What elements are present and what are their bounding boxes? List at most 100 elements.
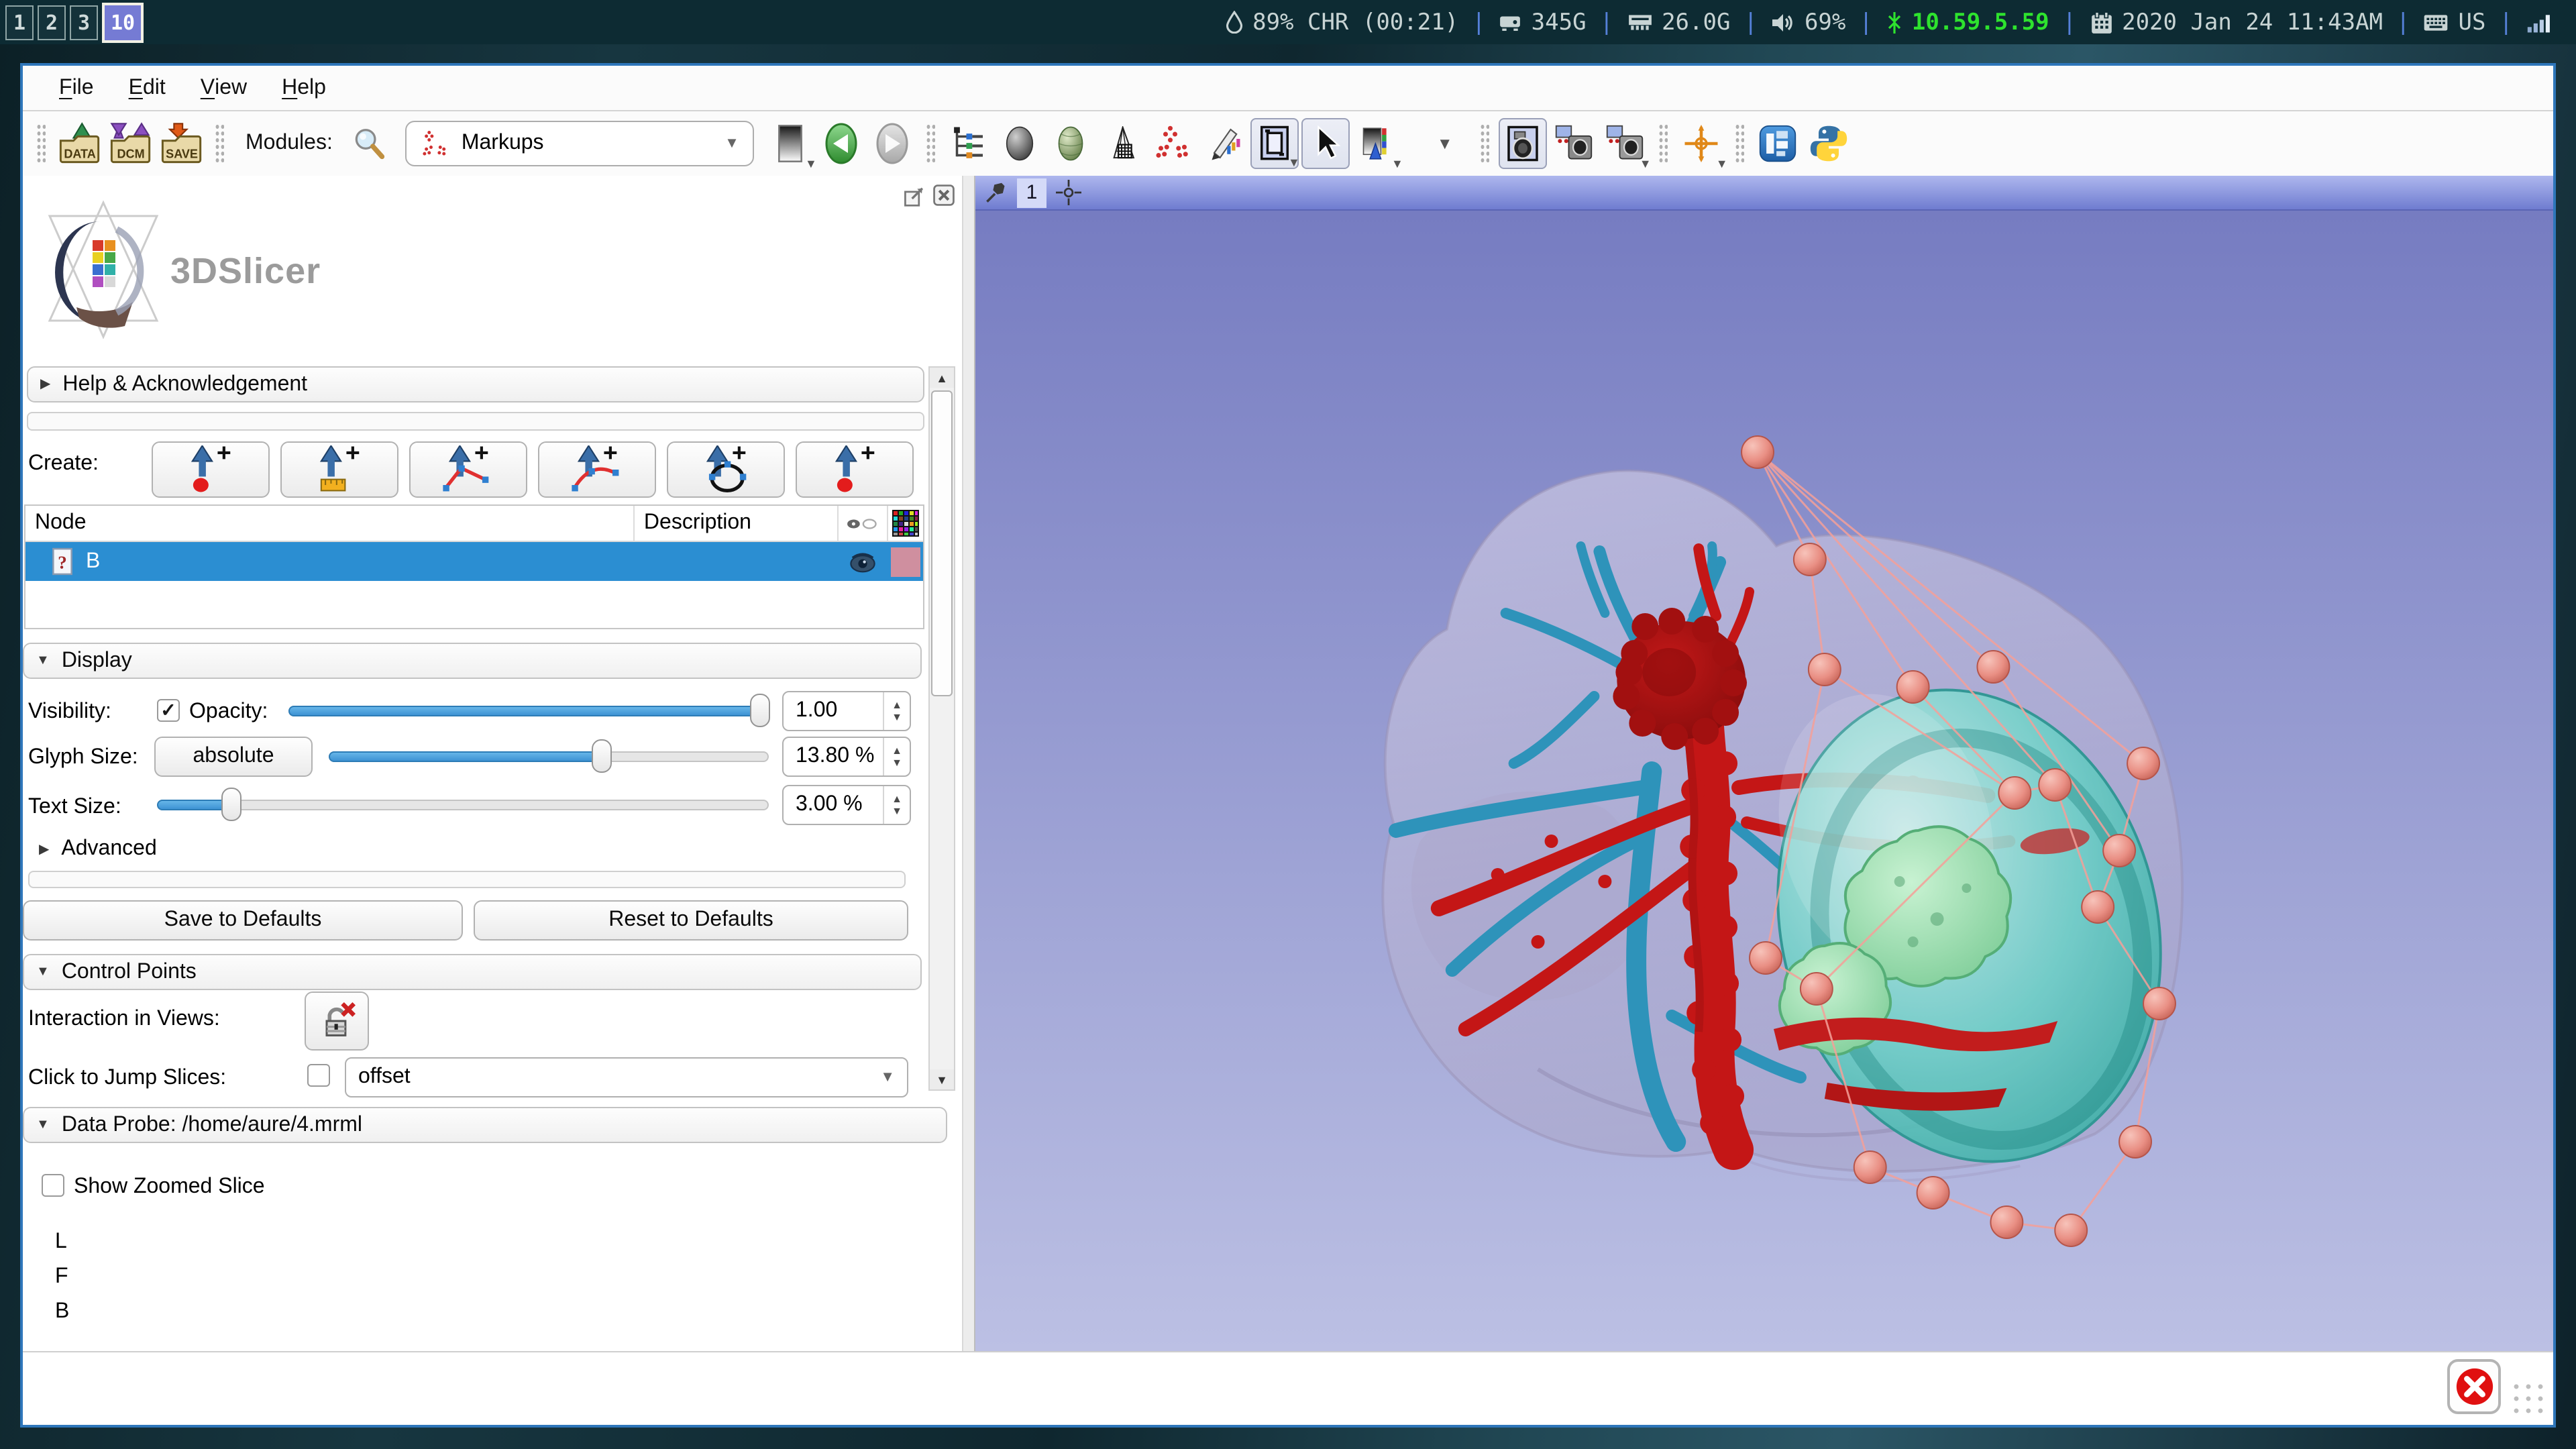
visibility-checkbox[interactable]: ✓ bbox=[157, 699, 180, 722]
control-point[interactable] bbox=[2119, 1126, 2151, 1158]
workspace-button-2[interactable]: 2 bbox=[38, 5, 66, 40]
layout-selector-button[interactable]: ▼ bbox=[1250, 118, 1299, 169]
models-module-button[interactable] bbox=[1097, 118, 1146, 169]
create-open-curve-button[interactable] bbox=[538, 441, 656, 498]
error-log-button[interactable] bbox=[2447, 1359, 2501, 1414]
show-zoomed-slice-checkbox[interactable] bbox=[42, 1174, 64, 1197]
control-point[interactable] bbox=[2055, 1214, 2087, 1246]
spin-arrows-icon[interactable]: ▲▼ bbox=[883, 692, 910, 730]
dicom-folder-button[interactable]: DCM bbox=[106, 118, 154, 169]
glyph-size-spinbox[interactable]: 13.80 % ▲▼ bbox=[782, 737, 911, 777]
control-point[interactable] bbox=[2143, 987, 2176, 1020]
text-size-spinbox[interactable]: 3.00 % ▲▼ bbox=[782, 785, 911, 825]
control-point[interactable] bbox=[1917, 1177, 1949, 1209]
reset-to-defaults-button[interactable]: Reset to Defaults bbox=[474, 900, 908, 941]
menu-file[interactable]: File bbox=[42, 66, 111, 110]
view-crosshair-icon[interactable] bbox=[1056, 180, 1081, 205]
spin-arrows-icon[interactable]: ▲▼ bbox=[883, 738, 910, 775]
subject-hierarchy-button[interactable] bbox=[945, 118, 993, 169]
toolbar-handle[interactable] bbox=[926, 123, 935, 164]
node-visibility-toggle[interactable] bbox=[838, 542, 888, 581]
markups-place-button[interactable] bbox=[1148, 118, 1197, 169]
menu-help[interactable]: Help bbox=[264, 66, 343, 110]
panel-close-icon[interactable] bbox=[932, 184, 955, 207]
control-point[interactable] bbox=[2103, 835, 2135, 867]
volume-rendering-button[interactable] bbox=[1046, 118, 1095, 169]
create-point-list-button[interactable] bbox=[152, 441, 270, 498]
toolbar-dropdown-icon[interactable]: ▼ bbox=[1437, 134, 1453, 153]
glyph-size-slider[interactable] bbox=[329, 739, 769, 773]
panel-splitter[interactable] bbox=[962, 176, 975, 1354]
load-data-folder-button[interactable]: DATA bbox=[55, 118, 103, 169]
pin-icon[interactable] bbox=[983, 180, 1008, 205]
control-point[interactable] bbox=[2039, 769, 2071, 801]
toolbar-handle[interactable] bbox=[36, 123, 46, 164]
control-point[interactable] bbox=[1801, 973, 1833, 1005]
control-point[interactable] bbox=[2082, 891, 2114, 923]
segment-editor-button[interactable] bbox=[1199, 118, 1248, 169]
extensions-manager-button[interactable] bbox=[1754, 118, 1802, 169]
window-level-button[interactable]: ▼ bbox=[1352, 118, 1401, 169]
mouse-interaction-button[interactable] bbox=[1301, 118, 1350, 169]
python-console-button[interactable] bbox=[1805, 118, 1853, 169]
section-data-probe[interactable]: ▼ Data Probe: /home/aure/4.mrml bbox=[23, 1107, 947, 1143]
scene-view-capture-button[interactable] bbox=[1550, 118, 1598, 169]
control-point[interactable] bbox=[1794, 543, 1826, 576]
menu-edit[interactable]: Edit bbox=[111, 66, 183, 110]
workspace-button-10[interactable]: 10 bbox=[102, 2, 144, 42]
menu-view[interactable]: View bbox=[183, 66, 264, 110]
module-search-button[interactable] bbox=[345, 118, 393, 169]
toolbar-handle[interactable] bbox=[1735, 123, 1744, 164]
control-point[interactable] bbox=[1854, 1151, 1886, 1183]
jump-slices-checkbox[interactable] bbox=[307, 1064, 330, 1087]
history-forward-button[interactable] bbox=[868, 118, 916, 169]
opacity-spinbox[interactable]: 1.00 ▲▼ bbox=[782, 691, 911, 731]
volumes-module-button[interactable] bbox=[996, 118, 1044, 169]
create-angle-button[interactable] bbox=[409, 441, 527, 498]
module-selector-combobox[interactable]: Markups▼ bbox=[405, 121, 754, 166]
control-point[interactable] bbox=[1809, 653, 1841, 686]
text-size-slider[interactable] bbox=[157, 788, 769, 821]
resize-grip[interactable] bbox=[2510, 1381, 2546, 1417]
panel-scrollbar[interactable]: ▲ ▼ bbox=[928, 366, 955, 1091]
section-advanced[interactable]: ▶ Advanced bbox=[39, 837, 157, 861]
scroll-up-icon[interactable]: ▲ bbox=[930, 368, 954, 388]
history-back-button[interactable] bbox=[817, 118, 865, 169]
toolbar-handle[interactable] bbox=[1480, 123, 1489, 164]
node-color-swatch[interactable] bbox=[891, 547, 920, 576]
control-point[interactable] bbox=[1998, 777, 2031, 809]
control-point[interactable] bbox=[1741, 436, 1774, 468]
toolbar-handle[interactable] bbox=[215, 123, 224, 164]
section-help-acknowledgement[interactable]: ▶ Help & Acknowledgement bbox=[27, 366, 924, 402]
module-history-button[interactable]: ▼ bbox=[766, 118, 814, 169]
spin-arrows-icon[interactable]: ▲▼ bbox=[883, 786, 910, 824]
panel-undock-icon[interactable] bbox=[903, 184, 926, 207]
section-display[interactable]: ▼ Display bbox=[23, 643, 922, 679]
threed-viewport[interactable] bbox=[975, 211, 2553, 1354]
scene-view-restore-button[interactable]: ▼ bbox=[1601, 118, 1649, 169]
node-table-row[interactable]: ?B bbox=[25, 542, 923, 581]
workspace-button-3[interactable]: 3 bbox=[70, 5, 98, 40]
control-point[interactable] bbox=[2127, 747, 2159, 780]
create-line-button[interactable] bbox=[280, 441, 398, 498]
view-tab-label[interactable]: 1 bbox=[1017, 178, 1046, 207]
glyph-mode-button[interactable]: absolute bbox=[154, 737, 313, 777]
jump-mode-combobox[interactable]: offset ▼ bbox=[345, 1057, 908, 1097]
crosshair-button[interactable]: ▼ bbox=[1677, 118, 1725, 169]
create-closed-curve-button[interactable] bbox=[667, 441, 785, 498]
section-control-points[interactable]: ▼ Control Points bbox=[23, 954, 922, 990]
toolbar-handle[interactable] bbox=[1658, 123, 1668, 164]
save-folder-button[interactable]: SAVE bbox=[157, 118, 205, 169]
scroll-down-icon[interactable]: ▼ bbox=[930, 1069, 954, 1089]
interaction-toggle-button[interactable] bbox=[305, 991, 369, 1051]
control-point[interactable] bbox=[1750, 942, 1782, 974]
save-to-defaults-button[interactable]: Save to Defaults bbox=[23, 900, 463, 941]
control-point[interactable] bbox=[1977, 651, 2009, 683]
screenshot-button[interactable] bbox=[1499, 118, 1547, 169]
scroll-thumb[interactable] bbox=[931, 390, 953, 696]
control-point[interactable] bbox=[1990, 1206, 2023, 1238]
control-point[interactable] bbox=[1897, 671, 1929, 703]
opacity-slider[interactable] bbox=[288, 694, 769, 727]
create-point-button[interactable] bbox=[796, 441, 914, 498]
workspace-button-1[interactable]: 1 bbox=[5, 5, 34, 40]
